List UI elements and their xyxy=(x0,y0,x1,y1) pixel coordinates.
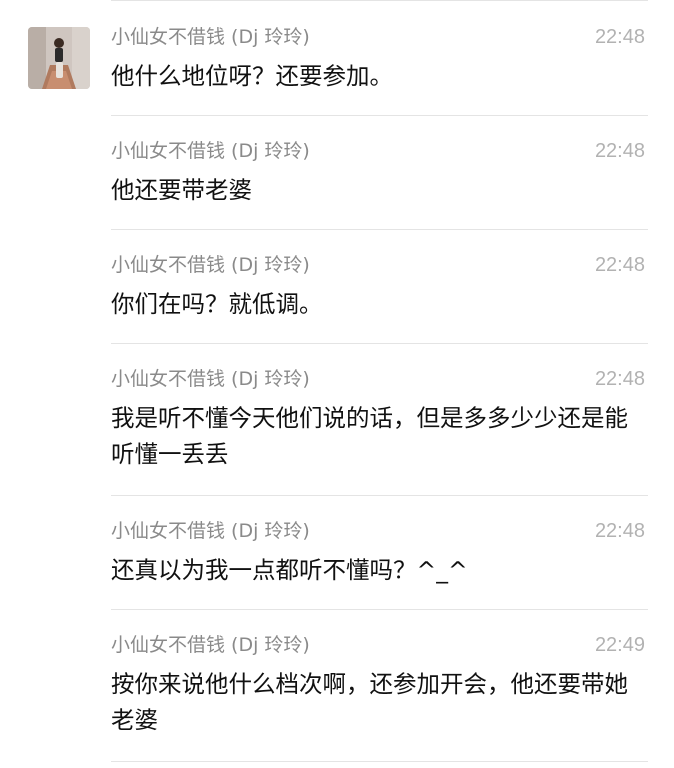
message-divider xyxy=(111,115,648,116)
message-text[interactable]: 他还要带老婆 xyxy=(111,172,636,208)
chat-message-list: 小仙女不借钱 (Dj 玲玲) 22:48 他什么地位呀？还要参加。 小仙女不借钱… xyxy=(0,0,674,768)
sender-name: 小仙女不借钱 (Dj 玲玲) xyxy=(111,254,310,276)
message-time: 22:48 xyxy=(594,254,645,276)
message-text[interactable]: 按你来说他什么档次啊，还参加开会，他还要带她老婆 xyxy=(111,666,636,738)
message-text[interactable]: 你们在吗？就低调。 xyxy=(111,286,636,322)
message-divider xyxy=(111,0,648,1)
sender-name: 小仙女不借钱 (Dj 玲玲) xyxy=(111,140,310,162)
sender-name: 小仙女不借钱 (Dj 玲玲) xyxy=(111,520,310,542)
message-time: 22:48 xyxy=(594,368,645,390)
avatar[interactable] xyxy=(28,27,90,89)
message-text[interactable]: 他什么地位呀？还要参加。 xyxy=(111,58,636,94)
message-divider xyxy=(111,609,648,610)
message-text[interactable]: 我是听不懂今天他们说的话，但是多多少少还是能听懂一丢丢 xyxy=(111,400,636,472)
sender-name: 小仙女不借钱 (Dj 玲玲) xyxy=(111,368,310,390)
sender-name: 小仙女不借钱 (Dj 玲玲) xyxy=(111,26,310,48)
message-divider xyxy=(111,761,648,762)
message-divider xyxy=(111,343,648,344)
message-time: 22:48 xyxy=(594,26,645,48)
message-divider xyxy=(111,495,648,496)
sender-name: 小仙女不借钱 (Dj 玲玲) xyxy=(111,634,310,656)
message-text[interactable]: 还真以为我一点都听不懂吗？^_^ xyxy=(111,552,636,588)
message-time: 22:48 xyxy=(594,140,645,162)
message-time: 22:49 xyxy=(594,634,645,656)
message-divider xyxy=(111,229,648,230)
message-time: 22:48 xyxy=(594,520,645,542)
